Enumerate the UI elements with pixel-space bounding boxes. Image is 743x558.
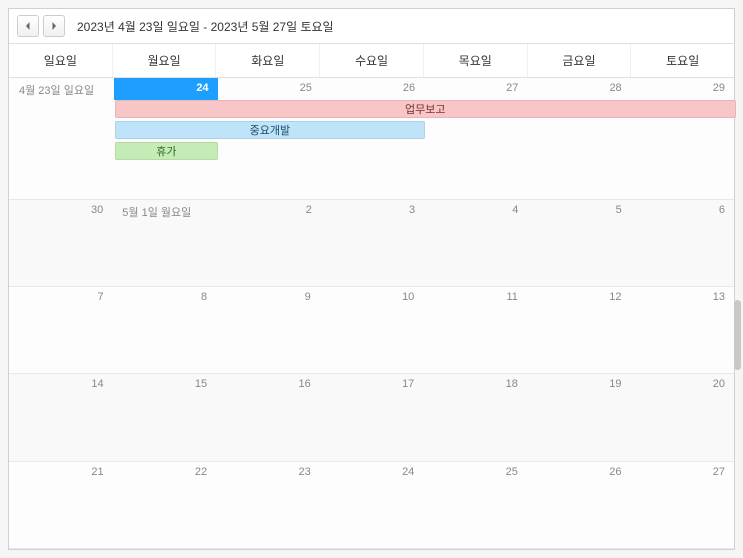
- day-cell[interactable]: 15: [113, 374, 217, 396]
- scrollbar-track[interactable]: [734, 100, 741, 548]
- day-cell[interactable]: 4월 23일 일요일: [9, 78, 114, 100]
- day-cell[interactable]: 5월 1일 월요일: [112, 200, 217, 222]
- day-cell[interactable]: 26: [527, 462, 631, 484]
- week-row: 4월 23일 일요일242526272829업무보고중요개발휴가: [9, 78, 734, 200]
- day-cell[interactable]: 6: [631, 200, 734, 222]
- day-cells: 78910111213: [9, 287, 734, 309]
- day-cell[interactable]: 25: [218, 78, 321, 100]
- chevron-left-icon: [24, 22, 32, 30]
- day-cell[interactable]: 17: [320, 374, 424, 396]
- event-green[interactable]: 휴가: [115, 142, 219, 160]
- day-cell[interactable]: 30: [9, 200, 112, 222]
- event-blue[interactable]: 중요개발: [115, 121, 426, 139]
- week-row: 78910111213: [9, 287, 734, 374]
- date-range-label: 2023년 4월 23일 일요일 - 2023년 5월 27일 토요일: [77, 18, 334, 35]
- day-header-0: 일요일: [9, 44, 113, 77]
- day-cell[interactable]: 27: [630, 462, 734, 484]
- day-cell[interactable]: 19: [527, 374, 631, 396]
- day-cell[interactable]: 16: [216, 374, 320, 396]
- day-cells: 305월 1일 월요일23456: [9, 200, 734, 222]
- event-pink[interactable]: 업무보고: [115, 100, 736, 118]
- day-cell[interactable]: 20: [630, 374, 734, 396]
- day-cell[interactable]: 3: [321, 200, 424, 222]
- day-cell[interactable]: 23: [216, 462, 320, 484]
- toolbar: 2023년 4월 23일 일요일 - 2023년 5월 27일 토요일: [9, 9, 734, 44]
- day-header-5: 금요일: [528, 44, 632, 77]
- day-cells: 21222324252627: [9, 462, 734, 484]
- day-cell[interactable]: 5: [527, 200, 630, 222]
- day-cell[interactable]: 11: [423, 287, 527, 309]
- week-row: 305월 1일 월요일23456: [9, 200, 734, 287]
- day-cell[interactable]: 27: [424, 78, 527, 100]
- day-header-1: 월요일: [113, 44, 217, 77]
- day-cell[interactable]: 24: [114, 78, 217, 100]
- day-cell[interactable]: 12: [527, 287, 631, 309]
- weeks-grid: 4월 23일 일요일242526272829업무보고중요개발휴가305월 1일 …: [9, 78, 734, 549]
- day-cell[interactable]: 8: [113, 287, 217, 309]
- day-header-4: 목요일: [424, 44, 528, 77]
- day-header-6: 토요일: [631, 44, 734, 77]
- day-cells: 4월 23일 일요일242526272829: [9, 78, 734, 100]
- day-cell[interactable]: 24: [320, 462, 424, 484]
- day-cell[interactable]: 21: [9, 462, 113, 484]
- day-header-3: 수요일: [320, 44, 424, 77]
- day-cell[interactable]: 18: [423, 374, 527, 396]
- scrollbar-thumb[interactable]: [734, 300, 741, 370]
- day-cell[interactable]: 29: [631, 78, 734, 100]
- day-cell[interactable]: 25: [423, 462, 527, 484]
- day-cell[interactable]: 28: [527, 78, 630, 100]
- week-row: 14151617181920: [9, 374, 734, 461]
- calendar-container: 2023년 4월 23일 일요일 - 2023년 5월 27일 토요일 일요일월…: [8, 8, 735, 550]
- day-header-2: 화요일: [216, 44, 320, 77]
- prev-button[interactable]: [17, 15, 39, 37]
- day-cell[interactable]: 2: [218, 200, 321, 222]
- day-cell[interactable]: 22: [113, 462, 217, 484]
- day-cell[interactable]: 9: [216, 287, 320, 309]
- week-row: 21222324252627: [9, 462, 734, 549]
- day-cell[interactable]: 26: [321, 78, 424, 100]
- day-cell[interactable]: 4: [424, 200, 527, 222]
- chevron-right-icon: [50, 22, 58, 30]
- day-headers: 일요일월요일화요일수요일목요일금요일토요일: [9, 44, 734, 78]
- day-cell[interactable]: 10: [320, 287, 424, 309]
- day-cells: 14151617181920: [9, 374, 734, 396]
- next-button[interactable]: [43, 15, 65, 37]
- day-cell[interactable]: 7: [9, 287, 113, 309]
- day-cell[interactable]: 14: [9, 374, 113, 396]
- day-cell[interactable]: 13: [630, 287, 734, 309]
